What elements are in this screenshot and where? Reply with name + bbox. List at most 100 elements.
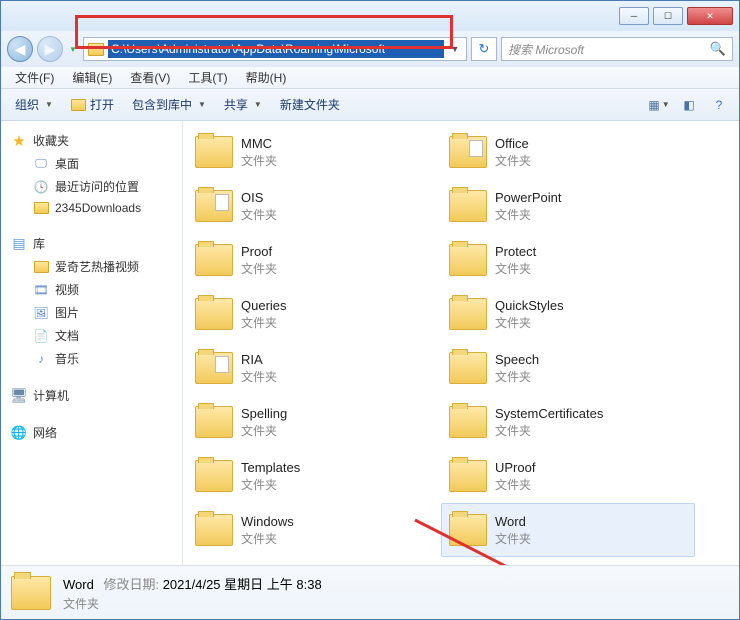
item-type: 文件夹	[495, 530, 531, 547]
item-name: Queries	[241, 298, 287, 313]
folder-icon	[195, 190, 233, 222]
folder-icon	[195, 514, 233, 546]
close-button[interactable]: ✕	[687, 7, 733, 25]
organize-button[interactable]: 组织▼	[9, 94, 59, 115]
sidebar-item-lib-3[interactable]: 📄文档	[5, 324, 178, 347]
view-mode-button[interactable]: ▦▼	[647, 94, 671, 116]
address-dropdown[interactable]: ▼	[448, 44, 462, 54]
folder-icon	[195, 136, 233, 168]
status-name: Word	[63, 577, 94, 592]
status-mod-label: 修改日期:	[103, 577, 159, 592]
sidebar: ★收藏夹 🖵桌面🕓最近访问的位置2345Downloads ▤库 爱奇艺热播视频…	[1, 121, 183, 565]
content-pane[interactable]: MMC文件夹Office文件夹OIS文件夹PowerPoint文件夹Proof文…	[183, 121, 739, 565]
menu-tools[interactable]: 工具(T)	[180, 67, 235, 88]
item-name: SystemCertificates	[495, 406, 603, 421]
titlebar: ─ ☐ ✕	[1, 1, 739, 31]
folder-item-systemcertificates[interactable]: SystemCertificates文件夹	[441, 395, 695, 449]
menu-bar: 文件(F) 编辑(E) 查看(V) 工具(T) 帮助(H)	[1, 67, 739, 89]
address-bar[interactable]: C:\Users\Administrator\AppData\Roaming\M…	[83, 37, 467, 61]
item-type: 文件夹	[241, 422, 287, 439]
preview-pane-button[interactable]: ◧	[677, 94, 701, 116]
folder-item-word[interactable]: Word文件夹	[441, 503, 695, 557]
folder-item-ois[interactable]: OIS文件夹	[187, 179, 441, 233]
item-name: PowerPoint	[495, 190, 561, 205]
folder-item-mmc[interactable]: MMC文件夹	[187, 125, 441, 179]
item-type: 文件夹	[495, 476, 535, 493]
item-name: Spelling	[241, 406, 287, 421]
folder-item-speech[interactable]: Speech文件夹	[441, 341, 695, 395]
minimize-button[interactable]: ─	[619, 7, 649, 25]
sidebar-item-lib-0[interactable]: 爱奇艺热播视频	[5, 255, 178, 278]
folder-item-proof[interactable]: Proof文件夹	[187, 233, 441, 287]
item-type: 文件夹	[495, 368, 539, 385]
folder-item-spelling[interactable]: Spelling文件夹	[187, 395, 441, 449]
library-icon: ▤	[11, 237, 27, 251]
item-name: UProof	[495, 460, 535, 475]
folder-item-templates[interactable]: Templates文件夹	[187, 449, 441, 503]
status-type: 文件夹	[63, 595, 322, 612]
item-name: Proof	[241, 244, 277, 259]
refresh-button[interactable]: ↻	[471, 37, 497, 61]
folder-item-quickstyles[interactable]: QuickStyles文件夹	[441, 287, 695, 341]
star-icon: ★	[11, 134, 27, 148]
history-dropdown[interactable]: ▼	[67, 41, 79, 57]
document-icon: 📄	[33, 329, 49, 343]
address-text[interactable]: C:\Users\Administrator\AppData\Roaming\M…	[108, 40, 444, 58]
item-name: Office	[495, 136, 531, 151]
folder-item-protect[interactable]: Protect文件夹	[441, 233, 695, 287]
newfolder-button[interactable]: 新建文件夹	[274, 94, 346, 115]
back-button[interactable]: ◀	[7, 36, 33, 62]
music-icon: ♪	[33, 352, 49, 366]
folder-item-powerpoint[interactable]: PowerPoint文件夹	[441, 179, 695, 233]
sidebar-item-lib-4[interactable]: ♪音乐	[5, 347, 178, 370]
forward-button[interactable]: ▶	[37, 36, 63, 62]
menu-file[interactable]: 文件(F)	[7, 67, 62, 88]
menu-edit[interactable]: 编辑(E)	[64, 67, 120, 88]
item-name: Templates	[241, 460, 300, 475]
search-input[interactable]: 搜索 Microsoft 🔍	[501, 37, 733, 61]
folder-icon	[449, 244, 487, 276]
folder-icon	[449, 460, 487, 492]
folder-item-windows[interactable]: Windows文件夹	[187, 503, 441, 557]
item-type: 文件夹	[241, 368, 277, 385]
toolbar: 组织▼ 打开 包含到库中▼ 共享▼ 新建文件夹 ▦▼ ◧ ?	[1, 89, 739, 121]
help-button[interactable]: ?	[707, 94, 731, 116]
folder-icon	[33, 260, 49, 274]
sidebar-item-fav-0[interactable]: 🖵桌面	[5, 152, 178, 175]
folder-icon	[71, 99, 86, 111]
item-type: 文件夹	[241, 314, 287, 331]
item-type: 文件夹	[495, 206, 561, 223]
item-name: Protect	[495, 244, 536, 259]
folder-item-office[interactable]: Office文件夹	[441, 125, 695, 179]
sidebar-item-lib-2[interactable]: 🖼图片	[5, 301, 178, 324]
sidebar-item-lib-1[interactable]: 🎞视频	[5, 278, 178, 301]
menu-help[interactable]: 帮助(H)	[238, 67, 295, 88]
folder-item-uproof[interactable]: UProof文件夹	[441, 449, 695, 503]
item-name: Word	[495, 514, 531, 529]
recent-icon: 🕓	[33, 180, 49, 194]
sidebar-network[interactable]: 🌐网络	[5, 421, 178, 444]
sidebar-computer[interactable]: 🖥计算机	[5, 384, 178, 407]
folder-item-ria[interactable]: RIA文件夹	[187, 341, 441, 395]
folder-item-queries[interactable]: Queries文件夹	[187, 287, 441, 341]
open-button[interactable]: 打开	[65, 94, 120, 115]
item-type: 文件夹	[241, 476, 300, 493]
share-button[interactable]: 共享▼	[218, 94, 268, 115]
item-type: 文件夹	[241, 206, 277, 223]
maximize-button[interactable]: ☐	[653, 7, 683, 25]
sidebar-favorites[interactable]: ★收藏夹	[5, 129, 178, 152]
item-name: RIA	[241, 352, 277, 367]
sidebar-item-fav-1[interactable]: 🕓最近访问的位置	[5, 175, 178, 198]
menu-view[interactable]: 查看(V)	[122, 67, 178, 88]
item-type: 文件夹	[241, 152, 277, 169]
item-type: 文件夹	[495, 314, 564, 331]
sidebar-libraries[interactable]: ▤库	[5, 232, 178, 255]
search-placeholder: 搜索 Microsoft	[508, 41, 584, 58]
item-name: Speech	[495, 352, 539, 367]
folder-icon	[195, 298, 233, 330]
folder-icon	[195, 244, 233, 276]
sidebar-item-fav-2[interactable]: 2345Downloads	[5, 198, 178, 218]
item-type: 文件夹	[495, 422, 603, 439]
include-button[interactable]: 包含到库中▼	[126, 94, 212, 115]
folder-icon	[449, 352, 487, 384]
